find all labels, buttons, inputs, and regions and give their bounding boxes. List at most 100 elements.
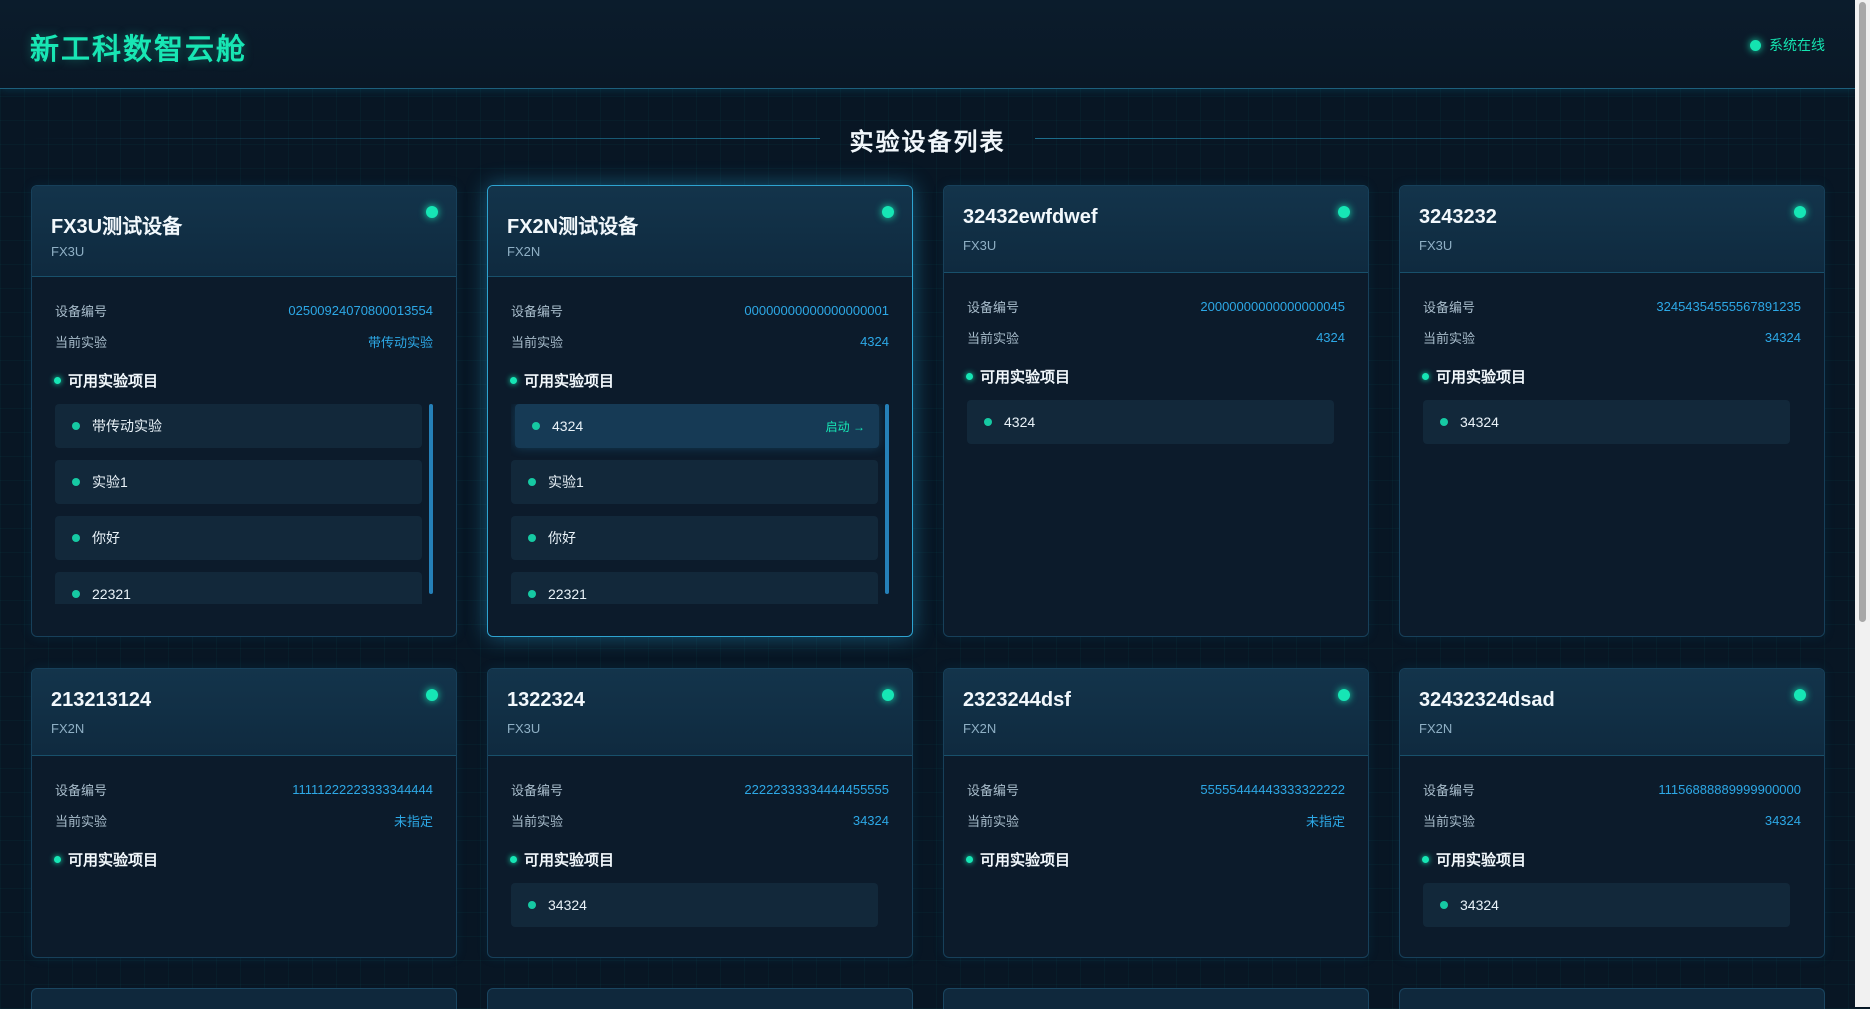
available-experiments-label: 可用实验项目: [1436, 851, 1527, 869]
experiment-item[interactable]: 4324: [967, 400, 1334, 444]
current-exp-value: 34324: [1764, 813, 1801, 828]
available-experiments-label: 可用实验项目: [68, 851, 159, 869]
page-scrollbar[interactable]: [1855, 0, 1870, 1007]
launch-button[interactable]: 启动 →: [826, 418, 865, 435]
device-card[interactable]: FX3U测试设备 FX3U 设备编号 02500924070800013554 …: [31, 185, 457, 637]
bullet-icon: [510, 376, 517, 384]
page-title: 实验设备列表: [849, 129, 1006, 156]
device-card[interactable]: 32432324dsad FX2N 设备编号 11156888889999900…: [1399, 668, 1825, 958]
available-experiments-label: 可用实验项目: [68, 372, 159, 390]
device-online-icon: [426, 206, 438, 218]
current-exp-label: 当前实验: [55, 335, 108, 350]
available-experiments-heading: 可用实验项目: [966, 848, 1345, 870]
available-experiments-heading: 可用实验项目: [54, 848, 433, 870]
experiment-label: 带传动实验: [92, 418, 162, 434]
experiment-label: 34324: [548, 897, 587, 913]
available-experiments-heading: 可用实验项目: [1422, 365, 1801, 387]
available-experiments-heading: 可用实验项目: [510, 369, 889, 391]
device-card[interactable]: 1322324 FX3U 设备编号 22222333334444455555 当…: [487, 668, 913, 958]
device-model: FX3U: [507, 721, 541, 736]
experiment-label: 实验1: [548, 474, 584, 490]
available-experiments-heading: 可用实验项目: [510, 848, 889, 870]
experiment-dot-icon: [528, 534, 536, 542]
experiment-list[interactable]: 34324: [511, 883, 889, 943]
experiment-item[interactable]: 22321: [511, 572, 878, 604]
device-card-partial[interactable]: [487, 988, 913, 1009]
device-card[interactable]: FX2N测试设备 FX2N 设备编号 00000000000000000001 …: [487, 185, 913, 637]
current-exp-value: 未指定: [1305, 814, 1345, 829]
experiment-dot-icon: [528, 590, 536, 598]
current-exp-row: 当前实验 未指定: [55, 805, 433, 836]
experiment-list-scrollbar[interactable]: [429, 404, 433, 594]
experiment-dot-icon: [528, 478, 536, 486]
current-exp-row: 当前实验 34324: [1423, 805, 1801, 836]
experiment-dot-icon: [72, 534, 80, 542]
device-name: 32432ewfdwef: [963, 206, 1098, 228]
current-exp-row: 当前实验 4324: [967, 322, 1345, 353]
device-card-partial[interactable]: [943, 988, 1369, 1009]
experiment-item[interactable]: 实验1: [55, 460, 422, 504]
page-scrollbar-thumb[interactable]: [1859, 2, 1866, 622]
device-card[interactable]: 32432ewfdwef FX3U 设备编号 20000000000000000…: [943, 185, 1369, 637]
experiment-item[interactable]: 带传动实验: [55, 404, 422, 448]
experiment-item[interactable]: 34324: [1423, 883, 1790, 927]
experiment-item[interactable]: 你好: [55, 516, 422, 560]
experiment-list[interactable]: 4324: [967, 400, 1345, 600]
device-model: FX2N: [1419, 721, 1453, 736]
experiment-list[interactable]: 34324: [1423, 400, 1801, 600]
device-card-header: FX3U测试设备 FX3U: [32, 186, 456, 277]
device-no-label: 设备编号: [967, 300, 1020, 315]
device-card-header: 3243232 FX3U: [1400, 186, 1824, 273]
current-exp-value: 34324: [1764, 330, 1801, 345]
experiment-item[interactable]: 34324: [511, 883, 878, 927]
experiment-list[interactable]: 34324: [1423, 883, 1801, 943]
device-card-header: 1322324 FX3U: [488, 669, 912, 756]
device-model: FX2N: [507, 244, 541, 259]
experiment-list[interactable]: 带传动实验 实验1 你好 22321: [55, 404, 433, 604]
current-exp-label: 当前实验: [967, 331, 1020, 346]
experiment-label: 22321: [92, 586, 131, 602]
bullet-icon: [1422, 372, 1429, 380]
available-experiments-heading: 可用实验项目: [966, 365, 1345, 387]
available-experiments-label: 可用实验项目: [980, 851, 1071, 869]
bullet-icon: [966, 372, 973, 380]
experiment-list-scrollbar[interactable]: [885, 404, 889, 594]
experiment-item[interactable]: 你好: [511, 516, 878, 560]
device-no-value: 11111222223333344444: [292, 782, 433, 797]
device-online-icon: [1338, 206, 1350, 218]
device-model: FX3U: [51, 244, 85, 259]
device-no-row: 设备编号 11111222223333344444: [55, 774, 433, 805]
device-card-header: FX2N测试设备 FX2N: [488, 186, 912, 277]
device-no-row: 设备编号 00000000000000000001: [511, 295, 889, 326]
current-exp-row: 当前实验 34324: [1423, 322, 1801, 353]
device-card[interactable]: 213213124 FX2N 设备编号 11111222223333344444…: [31, 668, 457, 958]
experiment-item-hovered[interactable]: 4324 启动 →: [515, 404, 879, 448]
device-model: FX2N: [51, 721, 85, 736]
experiment-dot-icon: [532, 422, 540, 430]
device-card-partial[interactable]: [1399, 988, 1825, 1009]
experiment-item[interactable]: 34324: [1423, 400, 1790, 444]
device-card-partial[interactable]: [31, 988, 457, 1009]
current-exp-row: 当前实验 4324: [511, 326, 889, 357]
current-exp-label: 当前实验: [511, 335, 564, 350]
device-online-icon: [1338, 689, 1350, 701]
device-no-value: 00000000000000000001: [744, 303, 889, 318]
device-card[interactable]: 3243232 FX3U 设备编号 32454354555567891235 当…: [1399, 185, 1825, 637]
current-exp-label: 当前实验: [1423, 331, 1476, 346]
available-experiments-label: 可用实验项目: [524, 851, 615, 869]
device-no-row: 设备编号 20000000000000000045: [967, 291, 1345, 322]
experiment-list[interactable]: 4324 启动 → 实验1 你好 22321: [511, 404, 889, 604]
device-no-row: 设备编号 55555444443333322222: [967, 774, 1345, 805]
device-no-label: 设备编号: [511, 783, 564, 798]
device-model: FX3U: [1419, 238, 1453, 253]
experiment-item[interactable]: 22321: [55, 572, 422, 604]
device-online-icon: [1794, 689, 1806, 701]
available-experiments-label: 可用实验项目: [1436, 368, 1527, 386]
current-exp-value: 4324: [1316, 330, 1345, 345]
available-experiments-heading: 可用实验项目: [54, 369, 433, 391]
experiment-dot-icon: [72, 422, 80, 430]
device-card[interactable]: 2323244dsf FX2N 设备编号 5555544444333332222…: [943, 668, 1369, 958]
experiment-item[interactable]: 实验1: [511, 460, 878, 504]
bullet-icon: [54, 855, 61, 863]
device-card-header: 32432ewfdwef FX3U: [944, 186, 1368, 273]
